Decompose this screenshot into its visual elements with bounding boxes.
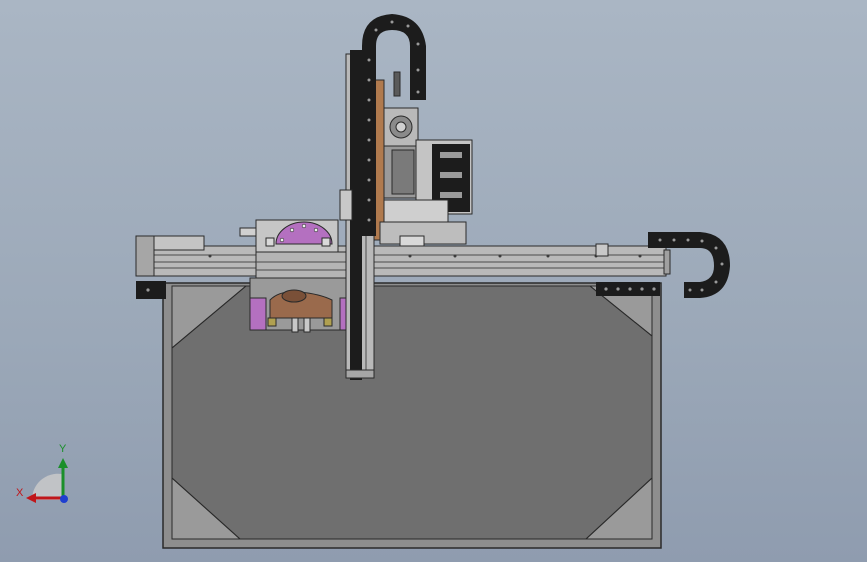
- servo-motor: [379, 107, 473, 247]
- gantry-machine-model[interactable]: [0, 0, 867, 562]
- y-axis-label: Y: [59, 443, 67, 455]
- gripper-carriage: [239, 219, 355, 333]
- x-axis-label: X: [16, 487, 24, 499]
- orientation-triad[interactable]: X Y: [10, 438, 80, 508]
- z-axis-origin-icon: [60, 495, 68, 503]
- base-frame: [162, 282, 662, 549]
- floor-panel: [171, 285, 653, 540]
- cad-viewport[interactable]: X Y: [0, 0, 867, 562]
- triad-plane-icon: [31, 473, 62, 500]
